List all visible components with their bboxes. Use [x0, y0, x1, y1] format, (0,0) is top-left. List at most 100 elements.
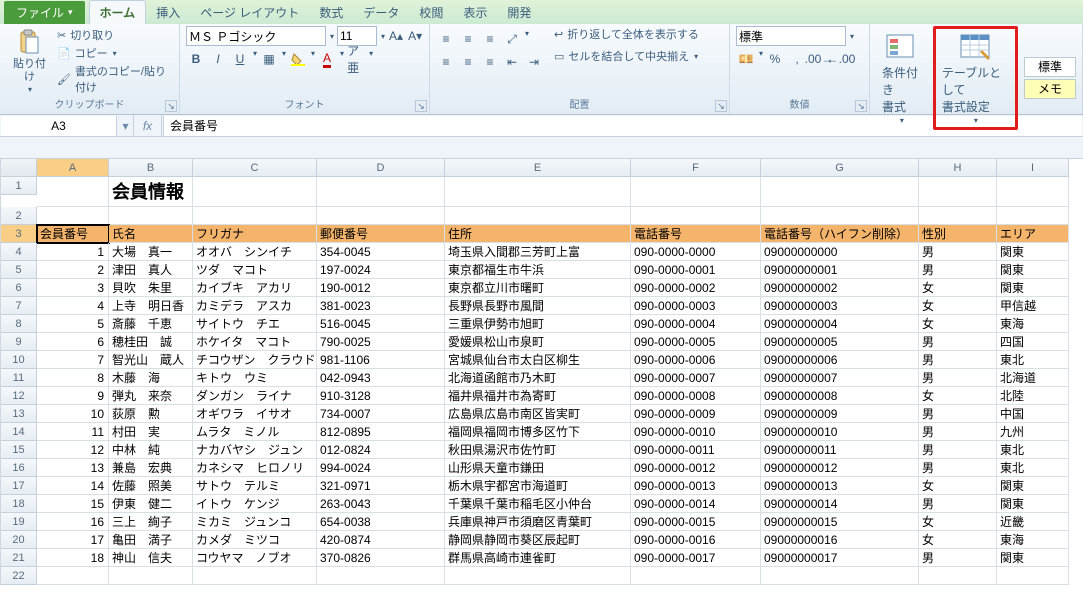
cell[interactable]: 09000000016 — [761, 531, 919, 549]
tab-insert[interactable]: 挿入 — [146, 1, 190, 24]
cell[interactable] — [997, 567, 1069, 585]
cell[interactable]: ツダ マコト — [193, 261, 317, 279]
cell[interactable]: 012-0824 — [317, 441, 445, 459]
dialog-launcher-icon[interactable]: ↘ — [715, 100, 727, 112]
cell[interactable]: コウヤマ ノブオ — [193, 549, 317, 567]
dialog-launcher-icon[interactable]: ↘ — [165, 100, 177, 112]
cell[interactable]: 09000000011 — [761, 441, 919, 459]
cell[interactable]: 女 — [919, 315, 997, 333]
cell[interactable] — [37, 567, 109, 585]
cell[interactable]: 会員情報 — [109, 177, 193, 207]
cell[interactable]: 09000000007 — [761, 369, 919, 387]
cell[interactable] — [631, 177, 761, 207]
cell[interactable]: 関東 — [997, 261, 1069, 279]
cell[interactable]: 10 — [37, 405, 109, 423]
row-header[interactable]: 21 — [1, 549, 37, 567]
decrease-font-button[interactable]: A▾ — [407, 26, 423, 46]
cell[interactable]: 812-0895 — [317, 423, 445, 441]
cell[interactable]: 東海 — [997, 531, 1069, 549]
tab-page-layout[interactable]: ページ レイアウト — [190, 1, 309, 24]
cell[interactable]: 1 — [37, 243, 109, 261]
row-header[interactable]: 22 — [1, 567, 37, 585]
cell[interactable]: 09000000006 — [761, 351, 919, 369]
cell[interactable]: イトウ ケンジ — [193, 495, 317, 513]
cell[interactable]: 354-0045 — [317, 243, 445, 261]
cell[interactable]: 09000000005 — [761, 333, 919, 351]
phonetic-button[interactable]: ア亜 — [346, 49, 366, 69]
cell[interactable]: 電話番号 — [631, 225, 761, 243]
cell[interactable]: 男 — [919, 495, 997, 513]
row-header[interactable]: 12 — [1, 387, 37, 405]
decrease-decimal-button[interactable]: ←.00 — [831, 49, 851, 69]
bold-button[interactable]: B — [186, 49, 206, 69]
cell[interactable]: 090-0000-0002 — [631, 279, 761, 297]
cell[interactable] — [317, 177, 445, 207]
percent-button[interactable]: % — [765, 49, 785, 69]
file-tab[interactable]: ファイル — [4, 1, 85, 24]
cell[interactable]: 17 — [37, 531, 109, 549]
row-header[interactable]: 17 — [1, 477, 37, 495]
cell[interactable]: キトウ ウミ — [193, 369, 317, 387]
cell[interactable]: 三重県伊勢市旭町 — [445, 315, 631, 333]
cell[interactable]: 三上 絢子 — [109, 513, 193, 531]
cell[interactable]: 村田 実 — [109, 423, 193, 441]
cell[interactable]: 09000000010 — [761, 423, 919, 441]
cell[interactable]: 09000000015 — [761, 513, 919, 531]
cell[interactable]: 中林 純 — [109, 441, 193, 459]
style-memo[interactable]: メモ — [1024, 79, 1076, 99]
tab-review[interactable]: 校閲 — [409, 1, 453, 24]
tab-formulas[interactable]: 数式 — [309, 1, 353, 24]
cell[interactable]: 090-0000-0014 — [631, 495, 761, 513]
cell[interactable]: 321-0971 — [317, 477, 445, 495]
cell[interactable]: 16 — [37, 513, 109, 531]
font-name-input[interactable] — [186, 26, 326, 46]
font-color-button[interactable]: A — [317, 49, 337, 69]
row-header[interactable]: 8 — [1, 315, 37, 333]
cell[interactable]: 15 — [37, 495, 109, 513]
cell[interactable]: 981-1106 — [317, 351, 445, 369]
cell[interactable]: ナカバヤシ ジュン — [193, 441, 317, 459]
cell[interactable]: 13 — [37, 459, 109, 477]
cell[interactable] — [761, 567, 919, 585]
cell[interactable]: 11 — [37, 423, 109, 441]
name-box-dropdown[interactable]: ▾ — [118, 115, 134, 137]
cell[interactable] — [997, 207, 1069, 225]
cell[interactable]: 910-3128 — [317, 387, 445, 405]
row-header[interactable]: 9 — [1, 333, 37, 351]
cell[interactable]: 郵便番号 — [317, 225, 445, 243]
cell[interactable]: 会員番号 — [37, 225, 109, 243]
fill-color-button[interactable] — [288, 49, 308, 69]
align-top-button[interactable]: ≡ — [436, 29, 456, 49]
cell[interactable]: 神山 信夫 — [109, 549, 193, 567]
cell[interactable]: 420-0874 — [317, 531, 445, 549]
cell[interactable]: 兵庫県神戸市須磨区青葉町 — [445, 513, 631, 531]
cell[interactable]: 甲信越 — [997, 297, 1069, 315]
cell[interactable]: 7 — [37, 351, 109, 369]
tab-home[interactable]: ホーム — [89, 0, 147, 24]
underline-button[interactable]: U — [230, 49, 250, 69]
dialog-launcher-icon[interactable]: ↘ — [855, 100, 867, 112]
cell[interactable]: 090-0000-0007 — [631, 369, 761, 387]
cell[interactable]: 静岡県静岡市葵区辰起町 — [445, 531, 631, 549]
cell[interactable]: サイトウ チエ — [193, 315, 317, 333]
orientation-button[interactable]: ⤢ — [502, 29, 522, 49]
cell[interactable] — [317, 567, 445, 585]
number-format-select[interactable] — [736, 26, 846, 46]
row-header[interactable]: 20 — [1, 531, 37, 549]
cut-button[interactable]: ✂切り取り — [57, 27, 173, 43]
tab-data[interactable]: データ — [353, 1, 409, 24]
cell[interactable]: 関東 — [997, 495, 1069, 513]
cell[interactable]: 住所 — [445, 225, 631, 243]
cell[interactable]: ムラタ ミノル — [193, 423, 317, 441]
tab-view[interactable]: 表示 — [453, 1, 497, 24]
cell[interactable]: 09000000009 — [761, 405, 919, 423]
cell[interactable]: フリガナ — [193, 225, 317, 243]
cell[interactable]: 佐藤 照美 — [109, 477, 193, 495]
cell[interactable] — [631, 567, 761, 585]
cell[interactable]: 090-0000-0017 — [631, 549, 761, 567]
cell[interactable]: 氏名 — [109, 225, 193, 243]
cell[interactable]: 09000000004 — [761, 315, 919, 333]
cell[interactable]: 女 — [919, 297, 997, 315]
italic-button[interactable]: I — [208, 49, 228, 69]
cell[interactable]: 男 — [919, 549, 997, 567]
